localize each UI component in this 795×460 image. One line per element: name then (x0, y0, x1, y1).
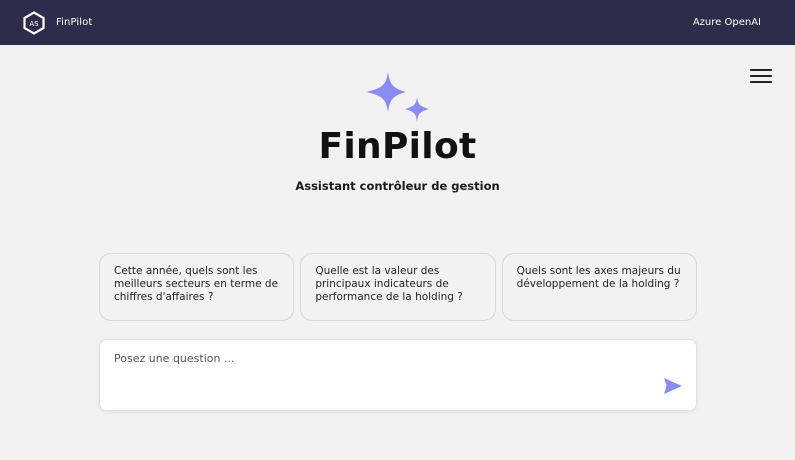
suggestion-card[interactable]: Quels sont les axes majeurs du développe… (501, 253, 697, 321)
suggestion-card[interactable]: Quelle est la valeur des principaux indi… (300, 253, 496, 321)
top-navigation-bar: AS FinPilot Azure OpenAI (0, 0, 795, 45)
menu-line (750, 81, 772, 83)
logo-text: AS (29, 20, 39, 28)
question-input[interactable] (114, 352, 644, 400)
hexagon-logo-icon[interactable]: AS (22, 10, 46, 35)
page-title: FinPilot (318, 126, 477, 167)
app-brand-name[interactable]: FinPilot (56, 17, 92, 28)
send-icon[interactable] (662, 376, 684, 396)
question-composer (99, 339, 697, 411)
hamburger-menu-icon[interactable] (749, 67, 773, 85)
model-provider-label: Azure OpenAI (692, 17, 761, 28)
sparkles-icon (362, 70, 432, 126)
suggestion-cards: Cette année, quels sont les meilleurs se… (99, 253, 697, 321)
menu-line (750, 69, 772, 71)
suggestion-card[interactable]: Cette année, quels sont les meilleurs se… (99, 253, 295, 321)
page-subtitle: Assistant contrôleur de gestion (295, 179, 500, 193)
menu-line (750, 75, 772, 77)
